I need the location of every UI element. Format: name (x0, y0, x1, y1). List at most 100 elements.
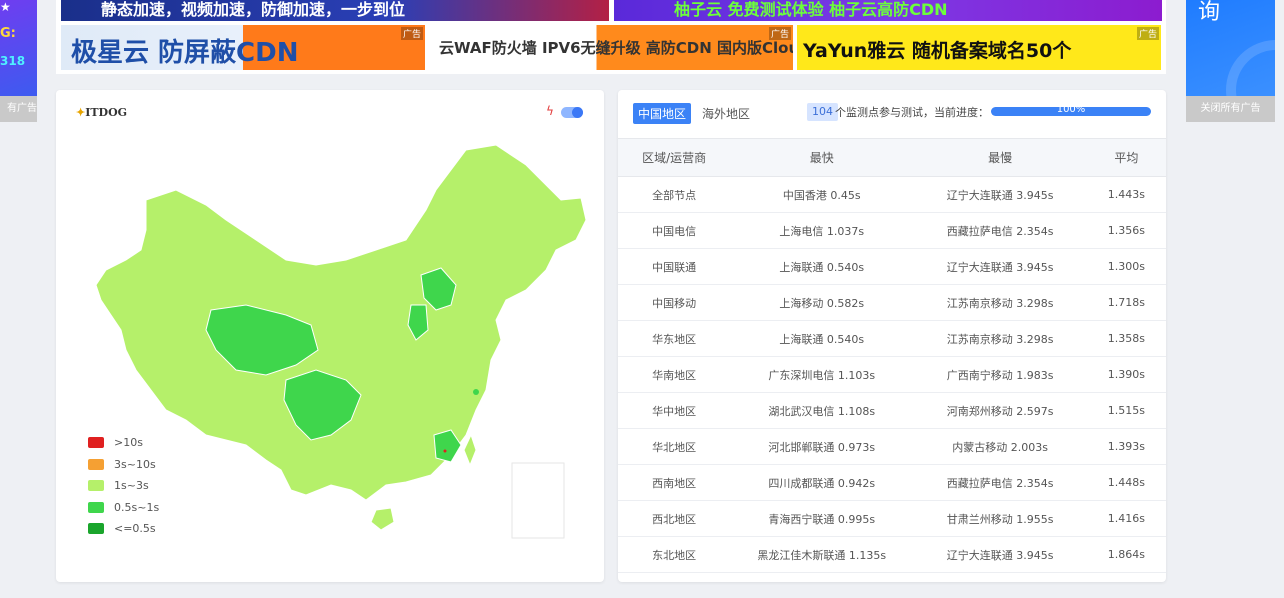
region-cell: 中国电信 (618, 212, 731, 249)
slowest-cell: 江苏南京移动 3.298s (913, 284, 1087, 321)
table-row: 华中地区 湖北武汉电信 1.108s 河南郑州移动 2.597s 1.515s (618, 392, 1166, 429)
results-table: 区域/运营商 最快 最慢 平均 全部节点 中国香港 0.45s 辽宁大连联通 3.9… (618, 138, 1166, 582)
banner-ad-speedup[interactable]: 静态加速，视频加速，防御加速，一步到位 (61, 0, 609, 21)
table-row: 华东地区 上海联通 0.540s 江苏南京移动 3.298s 1.358s (618, 320, 1166, 357)
fastest-cell: 四川成都联通 0.942s (730, 464, 914, 501)
node-count-badge: 104 (807, 103, 838, 121)
legend-item[interactable]: <=0.5s (88, 518, 159, 540)
table-header-row: 区域/运营商 最快 最慢 平均 (618, 138, 1166, 177)
map-marker (443, 449, 447, 453)
average-cell: 1.390s (1086, 356, 1166, 393)
tab-china[interactable]: 中国地区 (633, 103, 692, 124)
fastest-cell: 中国香港 0.45s (730, 176, 914, 213)
slowest-cell: 辽宁大连联通 3.945s (913, 248, 1087, 285)
legend-label: 0.5s~1s (114, 500, 160, 514)
close-all-ads-button[interactable]: 关闭所有广告 (1186, 96, 1275, 122)
map-legend: >10s 3s~10s 1s~3s 0.5s~1s <=0.5s (88, 432, 159, 540)
table-row: 中国电信 上海电信 1.037s 西藏拉萨电信 2.354s 1.356s (618, 212, 1166, 249)
legend-label: >10s (114, 436, 143, 450)
slowest-cell: 广西南宁移动 1.983s (913, 356, 1087, 393)
fastest-cell: 上海联通 0.540s (730, 320, 914, 357)
table-row: 西北地区 青海西宁联通 0.995s 甘肃兰州移动 1.955s 1.416s (618, 500, 1166, 537)
region-cell: 西北地区 (618, 500, 731, 537)
map-region-shanghai (473, 389, 479, 395)
fastest-cell: 上海联通 0.540s (730, 248, 914, 285)
average-cell: 0.856s (1086, 572, 1166, 582)
legend-swatch (88, 501, 104, 513)
column-header: 平均 (1086, 138, 1166, 177)
banner-ad-area: 静态加速，视频加速，防御加速，一步到位 柚子云 免费测试体验 柚子云高防CDN … (56, 0, 1166, 74)
table-row: 港澳台中国香港 0.450s中国台湾 1.262s0.856s (618, 572, 1166, 582)
legend-label: <=0.5s (114, 522, 156, 536)
left-ad-number: 318 (0, 54, 26, 68)
legend-swatch (88, 437, 104, 449)
fastest-cell: 黑龙江佳木斯联通 1.135s (730, 536, 914, 573)
map-region-taiwan (463, 433, 477, 467)
ad-tag: 广告 (1136, 27, 1159, 40)
table-row: 西南地区 四川成都联通 0.942s 西藏拉萨电信 2.354s 1.448s (618, 464, 1166, 501)
table-row: 华南地区 广东深圳电信 1.103s 广西南宁移动 1.983s 1.390s (618, 356, 1166, 393)
table-row: 中国联通 上海联通 0.540s 辽宁大连联通 3.945s 1.300s (618, 248, 1166, 285)
region-cell: 中国联通 (618, 248, 731, 285)
banner-ad-text: 云WAF防火墙 IPV6无缝升级 高防CDN 国内版Cloudflare (439, 39, 793, 57)
fastest-cell: 中国香港 0.450s (730, 572, 914, 582)
right-ad-text: 询 (1198, 0, 1221, 25)
average-cell: 1.358s (1086, 320, 1166, 357)
banner-ad-text: 静态加速，视频加速，防御加速，一步到位 (101, 0, 406, 19)
slowest-cell: 西藏拉萨电信 2.354s (913, 212, 1087, 249)
slowest-cell: 西藏拉萨电信 2.354s (913, 464, 1087, 501)
region-cell: 中国移动 (618, 284, 731, 321)
banner-ad-text: 柚子云 免费测试体验 柚子云高防CDN (674, 0, 948, 19)
slowest-cell: 河南郑州移动 2.597s (913, 392, 1087, 429)
legend-swatch (88, 480, 104, 492)
legend-label: 1s~3s (114, 479, 149, 493)
legend-label: 3s~10s (114, 457, 156, 471)
map-region-hainan (370, 507, 395, 531)
table-row: 东北地区 黑龙江佳木斯联通 1.135s 辽宁大连联通 3.945s 1.864s (618, 536, 1166, 573)
average-cell: 1.416s (1086, 500, 1166, 537)
right-side-ad[interactable]: 询 (1186, 0, 1275, 96)
legend-item[interactable]: 1s~3s (88, 475, 159, 497)
region-tabs: 中国地区 海外地区 (633, 103, 761, 124)
table-row: 中国移动 上海移动 0.582s 江苏南京移动 3.298s 1.718s (618, 284, 1166, 321)
slowest-cell: 内蒙古移动 2.003s (913, 428, 1087, 465)
legend-item[interactable]: 3s~10s (88, 454, 159, 476)
node-count-text: 个监测点参与测试，当前进度： (835, 106, 989, 119)
left-ad-text: G: (0, 26, 16, 41)
results-panel: 中国地区 海外地区 104 个监测点参与测试，当前进度： 100% 区域/运营商… (618, 90, 1166, 582)
column-header: 最快 (730, 138, 914, 177)
column-header: 最慢 (913, 138, 1087, 177)
ad-tag: 广告 (400, 27, 423, 40)
test-progress-bar: 100% (991, 107, 1151, 116)
slowest-cell: 江苏南京移动 3.298s (913, 320, 1087, 357)
right-ad-decoration (1226, 40, 1275, 96)
legend-swatch (88, 458, 104, 470)
region-cell: 华北地区 (618, 428, 731, 465)
average-cell: 1.393s (1086, 428, 1166, 465)
legend-item[interactable]: 0.5s~1s (88, 497, 159, 519)
banner-ad-text: 极星云 防屏蔽CDN (71, 38, 299, 68)
region-cell: 港澳台 (618, 572, 731, 582)
tab-overseas[interactable]: 海外地区 (697, 103, 755, 124)
region-cell: 全部节点 (618, 176, 731, 213)
banner-ad-jixingyun[interactable]: 极星云 防屏蔽CDN 广告 (61, 25, 425, 70)
legend-item[interactable]: >10s (88, 432, 159, 454)
slowest-cell: 甘肃兰州移动 1.955s (913, 500, 1087, 537)
region-cell: 华东地区 (618, 320, 731, 357)
close-left-ad-button[interactable]: 有广告 (0, 96, 37, 122)
table-row: 华北地区 河北邯郸联通 0.973s 内蒙古移动 2.003s 1.393s (618, 428, 1166, 465)
banner-ad-yayun[interactable]: YaYun雅云 随机备案域名50个 广告 (797, 25, 1161, 70)
left-side-ad[interactable]: ★ G: 318 (0, 0, 37, 96)
ad-tag: 广告 (768, 27, 791, 40)
region-cell: 西南地区 (618, 464, 731, 501)
fastest-cell: 上海移动 0.582s (730, 284, 914, 321)
banner-ad-waf[interactable]: 云WAF防火墙 IPV6无缝升级 高防CDN 国内版Cloudflare 广告 (429, 25, 793, 70)
progress-label: 100% (1056, 107, 1086, 115)
average-cell: 1.300s (1086, 248, 1166, 285)
banner-ad-text: YaYun雅云 随机备案域名50个 (803, 40, 1072, 62)
south-sea-inset (511, 462, 565, 539)
fastest-cell: 广东深圳电信 1.103s (730, 356, 914, 393)
slowest-cell: 辽宁大连联通 3.945s (913, 536, 1087, 573)
region-cell: 东北地区 (618, 536, 731, 573)
banner-ad-youziyun[interactable]: 柚子云 免费测试体验 柚子云高防CDN (614, 0, 1162, 21)
